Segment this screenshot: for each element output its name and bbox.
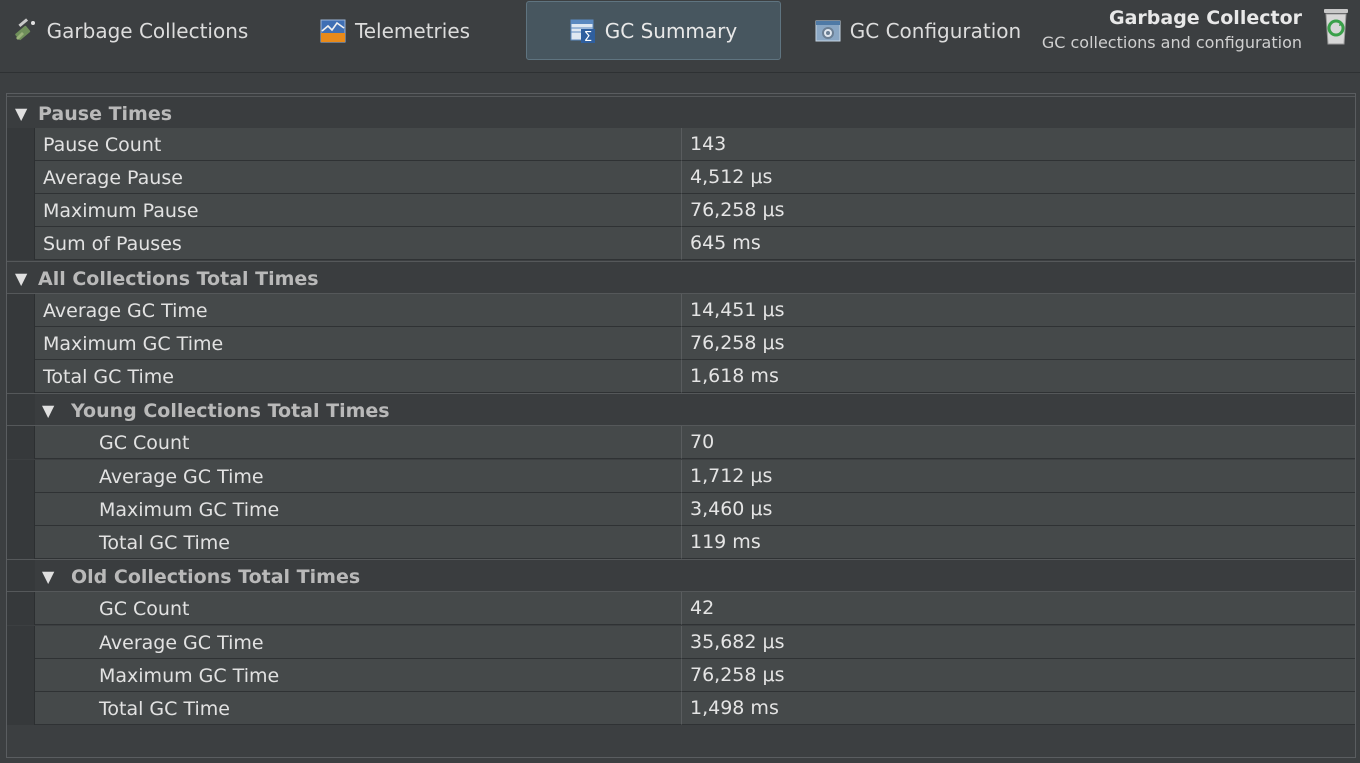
tab-gc-summary[interactable]: Σ GC Summary [526,1,781,60]
section-young-collections[interactable]: ▼ Young Collections Total Times [7,393,1355,426]
expand-triangle-icon[interactable]: ▼ [42,560,54,593]
gear-window-icon [815,20,841,41]
row-value: 42 [681,592,1355,625]
expand-triangle-icon[interactable]: ▼ [15,97,27,130]
section-all-collections[interactable]: ▼ All Collections Total Times [7,261,1355,294]
row-value: 14,451 μs [681,294,1355,327]
tab-label: Telemetries [354,18,471,43]
tab-label: GC Summary [604,18,738,43]
view-title: Garbage Collector [1109,7,1302,29]
tab-gc-configuration[interactable]: GC Configuration [812,1,1024,60]
section-pause-times[interactable]: ▼ Pause Times [7,96,1355,129]
row-value: 645 ms [681,227,1355,260]
row-name: GC Count [99,431,190,454]
tab-bar: Garbage Collections Telemetries Σ GC Sum… [0,0,1360,73]
table-row[interactable]: Maximum GC Time 76,258 μs [7,659,1355,692]
tab-telemetries[interactable]: Telemetries [300,1,490,60]
table-row[interactable]: Maximum GC Time 76,258 μs [7,327,1355,360]
row-name: Maximum GC Time [99,498,280,521]
row-value: 70 [681,426,1355,459]
table-row[interactable]: Maximum GC Time 3,460 μs [7,493,1355,526]
row-value: 119 ms [681,526,1355,559]
row-value: 1,498 ms [681,692,1355,725]
row-name: Total GC Time [99,531,230,554]
view-header: Garbage Collector GC collections and con… [1042,5,1302,55]
row-value: 4,512 μs [681,161,1355,194]
table-row[interactable]: Average GC Time 14,451 μs [7,294,1355,327]
table-row[interactable]: Sum of Pauses 645 ms [7,227,1355,260]
sigma-table-icon: Σ [570,19,595,44]
row-name: Pause Count [43,133,162,156]
section-old-collections[interactable]: ▼ Old Collections Total Times [7,559,1355,592]
chart-icon [320,19,346,42]
table-row[interactable]: Average GC Time 35,682 μs [7,626,1355,659]
row-name: Maximum Pause [43,199,199,222]
row-name: Maximum GC Time [99,664,280,687]
row-name: Average GC Time [99,465,264,488]
table-row[interactable]: GC Count 42 [7,592,1355,625]
expand-triangle-icon[interactable]: ▼ [42,394,54,427]
table-row[interactable]: Total GC Time 1,498 ms [7,692,1355,725]
row-name: Average Pause [43,166,183,189]
tab-label: GC Configuration [849,18,1022,43]
row-name: GC Count [99,597,190,620]
row-value: 1,712 μs [681,460,1355,493]
tab-garbage-collections[interactable]: Garbage Collections [10,1,250,60]
svg-text:Σ: Σ [584,30,592,44]
table-row[interactable]: Pause Count 143 [7,128,1355,161]
recycle-bin-icon [1324,9,1348,45]
gc-summary-tree-table: ▼ Pause Times Pause Count 143 Average Pa… [6,93,1356,758]
expand-triangle-icon[interactable]: ▼ [15,262,27,295]
row-name: Average GC Time [43,299,208,322]
row-name: Total GC Time [43,365,174,388]
row-value: 76,258 μs [681,327,1355,360]
table-row[interactable]: Average GC Time 1,712 μs [7,460,1355,493]
row-name: Maximum GC Time [43,332,224,355]
row-value: 76,258 μs [681,659,1355,692]
table-row[interactable]: Total GC Time 119 ms [7,526,1355,559]
table-row[interactable]: Average Pause 4,512 μs [7,161,1355,194]
row-name: Sum of Pauses [43,232,182,255]
row-value: 143 [681,128,1355,161]
broom-icon [14,17,35,40]
row-value: 76,258 μs [681,194,1355,227]
tab-label: Garbage Collections [46,18,249,43]
row-value: 3,460 μs [681,493,1355,526]
table-row[interactable]: GC Count 70 [7,426,1355,459]
table-row[interactable]: Maximum Pause 76,258 μs [7,194,1355,227]
view-subtitle: GC collections and configuration [1041,33,1302,52]
row-name: Total GC Time [99,697,230,720]
row-name: Average GC Time [99,631,264,654]
row-value: 1,618 ms [681,360,1355,393]
table-row[interactable]: Total GC Time 1,618 ms [7,360,1355,393]
row-value: 35,682 μs [681,626,1355,659]
